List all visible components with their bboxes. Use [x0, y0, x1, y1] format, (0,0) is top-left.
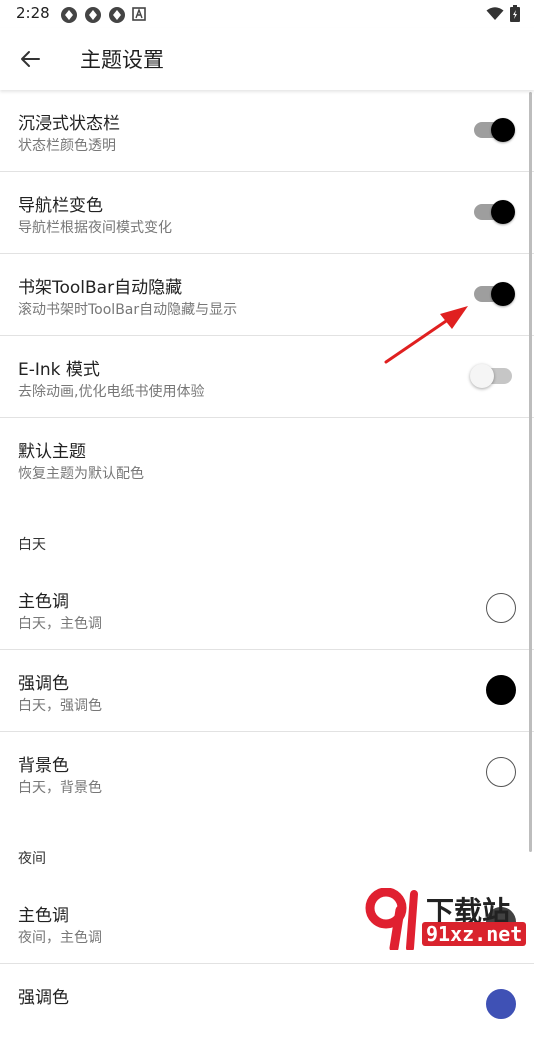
app-notification-icon	[84, 6, 102, 28]
setting-subtitle: 白天，强调色	[18, 698, 102, 714]
arrow-left-icon	[21, 51, 40, 67]
setting-row-day-background-color[interactable]: 背景色 白天，背景色	[0, 732, 534, 814]
setting-row-night-accent-color[interactable]: 强调色	[0, 964, 534, 1046]
switch-thumb	[491, 200, 515, 224]
setting-title: 默认主题	[18, 442, 86, 462]
setting-title: 主色调	[18, 592, 69, 612]
setting-title: 主色调	[18, 906, 69, 926]
setting-row-default-theme[interactable]: 默认主题 恢复主题为默认配色	[0, 418, 534, 500]
setting-subtitle: 恢复主题为默认配色	[18, 466, 144, 482]
setting-title: E-Ink 模式	[18, 360, 100, 380]
setting-title: 背景色	[18, 756, 69, 776]
color-swatch[interactable]	[486, 593, 516, 623]
setting-row-eink-mode[interactable]: E-Ink 模式 去除动画,优化电纸书使用体验	[0, 336, 534, 418]
setting-subtitle: 导航栏根据夜间模式变化	[18, 220, 172, 236]
navbar-color-switch[interactable]	[474, 200, 515, 224]
a-box-icon	[132, 6, 146, 28]
setting-subtitle: 白天，背景色	[18, 780, 102, 796]
section-header-label: 夜间	[18, 851, 46, 867]
immersive-status-bar-switch[interactable]	[474, 118, 515, 142]
app-bar: 主题设置	[0, 28, 534, 90]
setting-title: 强调色	[18, 674, 69, 694]
toolbar-autohide-switch[interactable]	[474, 282, 515, 306]
battery-icon	[510, 5, 520, 26]
watermark-domain: 91xz.net	[422, 922, 527, 946]
setting-title: 导航栏变色	[18, 196, 103, 216]
app-notification-icon	[60, 6, 78, 28]
setting-row-day-accent-color[interactable]: 强调色 白天，强调色	[0, 650, 534, 732]
system-icons	[486, 5, 520, 26]
setting-subtitle: 白天，主色调	[18, 616, 102, 632]
notification-icons	[60, 6, 146, 28]
section-header-night: 夜间	[0, 814, 534, 882]
scrollbar[interactable]	[529, 92, 532, 852]
setting-subtitle: 夜间，主色调	[18, 930, 102, 946]
section-header-label: 白天	[18, 537, 46, 553]
switch-thumb	[491, 118, 515, 142]
setting-subtitle: 滚动书架时ToolBar自动隐藏与显示	[18, 302, 238, 318]
back-button[interactable]	[14, 44, 46, 74]
setting-row-toolbar-autohide[interactable]: 书架ToolBar自动隐藏 滚动书架时ToolBar自动隐藏与显示	[0, 254, 534, 336]
color-swatch[interactable]	[486, 757, 516, 787]
setting-row-immersive-status-bar[interactable]: 沉浸式状态栏 状态栏颜色透明	[0, 90, 534, 172]
nine-one-logo-icon	[365, 888, 418, 950]
setting-title: 书架ToolBar自动隐藏	[18, 278, 183, 298]
wifi-icon	[486, 6, 504, 25]
switch-thumb	[470, 364, 494, 388]
status-bar: 2:28	[0, 0, 534, 28]
watermark-logo: 下载站 91xz.net	[364, 888, 534, 950]
setting-title: 强调色	[18, 988, 69, 1008]
color-swatch[interactable]	[486, 675, 516, 705]
setting-title: 沉浸式状态栏	[18, 114, 120, 134]
section-header-day: 白天	[0, 500, 534, 568]
setting-row-day-primary-color[interactable]: 主色调 白天，主色调	[0, 568, 534, 650]
status-time: 2:28	[16, 4, 50, 22]
page-title: 主题设置	[80, 48, 164, 72]
switch-thumb	[491, 282, 515, 306]
setting-row-navbar-color[interactable]: 导航栏变色 导航栏根据夜间模式变化	[0, 172, 534, 254]
setting-subtitle: 去除动画,优化电纸书使用体验	[18, 384, 205, 400]
color-swatch[interactable]	[486, 989, 516, 1019]
app-notification-icon	[108, 6, 126, 28]
eink-mode-switch[interactable]	[470, 364, 512, 388]
setting-subtitle: 状态栏颜色透明	[18, 138, 116, 154]
